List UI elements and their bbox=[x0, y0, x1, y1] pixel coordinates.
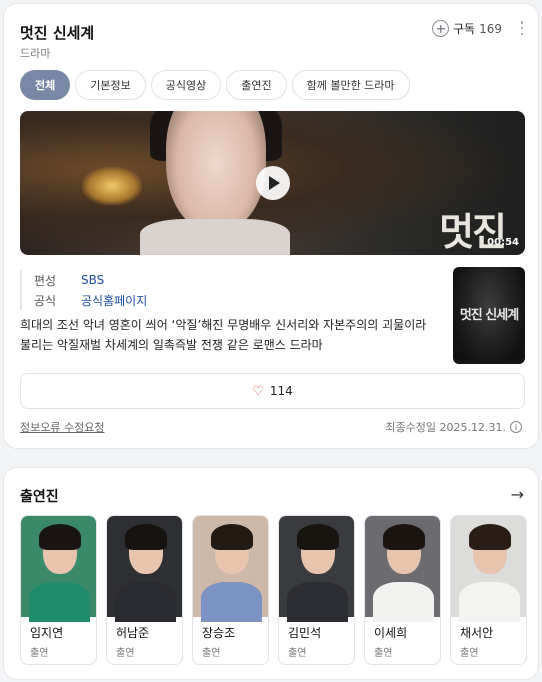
cast-card: 출연진 → 임지연 출연 허남준 출연 장승조 출연 김민석 출연 이세희 출연 채서안 출연 bbox=[3, 467, 539, 680]
cast-section-title[interactable]: 출연진 bbox=[20, 486, 59, 506]
info-key: 공식 bbox=[34, 293, 57, 308]
cast-photo-hair bbox=[211, 524, 253, 550]
cast-photo bbox=[21, 516, 96, 622]
cast-photo-body bbox=[459, 582, 520, 622]
cast-photo-hair bbox=[125, 524, 167, 550]
actress-face bbox=[166, 111, 266, 231]
more-options-icon[interactable] bbox=[520, 21, 524, 35]
tab-all[interactable]: 전체 bbox=[20, 70, 71, 100]
subscribe-count: 169 bbox=[479, 21, 502, 36]
like-count: 114 bbox=[269, 384, 293, 398]
cast-photo-hair bbox=[383, 524, 425, 550]
cast-member-card[interactable]: 채서안 출연 bbox=[450, 515, 527, 665]
cast-photo bbox=[193, 516, 268, 622]
cast-photo-hair bbox=[39, 524, 81, 550]
cast-photo bbox=[107, 516, 182, 622]
report-error-link[interactable]: 정보오류 수정요청 bbox=[20, 419, 104, 435]
crown-ornament bbox=[82, 167, 142, 205]
cast-photo-body bbox=[29, 582, 90, 622]
drama-description: 희대의 조선 악녀 영혼이 씌어 ‘악질’해진 무명배우 신서리와 자본주의의 … bbox=[20, 318, 427, 352]
tab-basic-info[interactable]: 기본정보 bbox=[75, 70, 146, 100]
drama-category: 드라마 bbox=[20, 47, 51, 60]
heart-icon: ♡ bbox=[252, 383, 264, 399]
cast-role: 출연 bbox=[374, 648, 393, 659]
plus-icon bbox=[432, 20, 449, 37]
broadcast-info: 편성 SBS 공식 공식홈페이지 bbox=[20, 270, 147, 310]
cast-photo-hair bbox=[297, 524, 339, 550]
cast-photo bbox=[451, 516, 526, 622]
info-row-network: 편성 SBS bbox=[34, 270, 147, 290]
cast-role: 출연 bbox=[460, 648, 479, 659]
subscribe-label: 구독 bbox=[453, 22, 476, 36]
cast-role: 출연 bbox=[288, 648, 307, 659]
cast-photo-body bbox=[287, 582, 348, 622]
cast-photo-body bbox=[201, 582, 262, 622]
cast-photo bbox=[365, 516, 440, 622]
cast-list: 임지연 출연 허남준 출연 장승조 출연 김민석 출연 이세희 출연 채서안 출연 bbox=[20, 515, 527, 665]
network-link[interactable]: SBS bbox=[81, 273, 104, 287]
cast-member-card[interactable]: 허남준 출연 bbox=[106, 515, 183, 665]
drama-poster[interactable]: 멋진 신세계 bbox=[453, 267, 525, 364]
cast-photo bbox=[279, 516, 354, 622]
tab-bar: 전체 기본정보 공식영상 출연진 함께 볼만한 드라마 bbox=[20, 70, 410, 100]
tab-cast[interactable]: 출연진 bbox=[226, 70, 287, 100]
last-updated: 최종수정일 2025.12.31. i bbox=[385, 419, 522, 435]
video-duration: 00:54 bbox=[487, 237, 519, 248]
official-homepage-link[interactable]: 공식홈페이지 bbox=[81, 292, 147, 309]
arrow-right-icon[interactable]: → bbox=[511, 485, 524, 504]
play-icon[interactable] bbox=[256, 166, 290, 200]
info-row-official: 공식 공식홈페이지 bbox=[34, 290, 147, 310]
cast-role: 출연 bbox=[202, 648, 221, 659]
cast-member-card[interactable]: 김민석 출연 bbox=[278, 515, 355, 665]
drama-title[interactable]: 멋진 신세계 bbox=[20, 22, 94, 43]
subscribe-button[interactable]: 구독 169 bbox=[432, 20, 502, 37]
info-key: 편성 bbox=[34, 273, 57, 288]
tab-official-video[interactable]: 공식영상 bbox=[150, 70, 222, 100]
last-updated-text: 최종수정일 2025.12.31. bbox=[385, 421, 506, 434]
drama-info-card: 멋진 신세계 드라마 구독 169 전체 기본정보 공식영상 출연진 함께 볼만… bbox=[3, 3, 539, 449]
info-icon[interactable]: i bbox=[510, 421, 522, 433]
cast-member-card[interactable]: 장승조 출연 bbox=[192, 515, 269, 665]
video-thumbnail[interactable]: 멋진 00:54 bbox=[20, 111, 525, 255]
cast-member-card[interactable]: 임지연 출연 bbox=[20, 515, 97, 665]
cast-photo-body bbox=[115, 582, 176, 622]
like-button[interactable]: ♡ 114 bbox=[20, 373, 525, 409]
poster-title: 멋진 신세계 bbox=[459, 308, 519, 323]
cast-member-card[interactable]: 이세희 출연 bbox=[364, 515, 441, 665]
cast-photo-hair bbox=[469, 524, 511, 550]
tab-recommended-dramas[interactable]: 함께 볼만한 드라마 bbox=[291, 70, 410, 100]
actress-robe bbox=[140, 219, 290, 255]
cast-role: 출연 bbox=[30, 648, 49, 659]
cast-photo-body bbox=[373, 582, 434, 622]
cast-role: 출연 bbox=[116, 648, 135, 659]
